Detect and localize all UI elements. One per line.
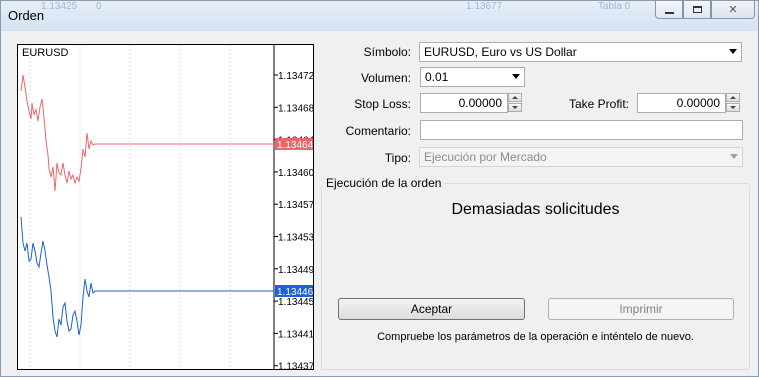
stoploss-input[interactable]: 0.00000 xyxy=(420,93,508,113)
execution-group-title: Ejecución de la orden xyxy=(323,176,445,190)
minimize-button[interactable] xyxy=(655,1,683,19)
price-tick-label: 1.13441 xyxy=(278,329,313,340)
spin-up-icon[interactable] xyxy=(508,93,522,102)
chart-symbol-label: EURUSD xyxy=(22,47,69,59)
accept-button[interactable]: Aceptar xyxy=(338,298,525,320)
tick-chart-svg: 1.13472 1.13468 1.13464 1.13460 1.13457 1.134… xyxy=(20,45,313,369)
print-button[interactable]: Imprimir xyxy=(548,298,734,320)
volume-value: 0.01 xyxy=(425,70,449,84)
maximize-button[interactable] xyxy=(683,1,711,19)
chevron-down-icon xyxy=(730,154,738,159)
window-title: Orden xyxy=(8,8,45,23)
background-text: 1.13425 xyxy=(41,1,78,12)
price-tick-label: 1.13457 xyxy=(278,200,313,211)
stoploss-spinner[interactable] xyxy=(508,93,522,113)
volume-combobox[interactable]: 0.01 xyxy=(420,67,525,87)
order-window: Orden 1.13425 0 1.13677 Tabla 0 ✕ 1.1347… xyxy=(0,0,759,377)
type-label: Tipo: xyxy=(384,151,411,165)
execution-status-message: Demasiadas solicitudes xyxy=(451,201,620,218)
price-tick-label: 1.13445 xyxy=(278,297,313,308)
spin-down-icon[interactable] xyxy=(508,103,522,112)
price-tick-label: 1.13453 xyxy=(278,233,313,244)
background-text: Tabla 0 xyxy=(598,1,631,12)
symbol-value: EURUSD, Euro vs US Dollar xyxy=(424,45,577,59)
minimize-icon xyxy=(664,11,674,14)
chevron-down-icon xyxy=(512,74,520,79)
execution-hint-text: Compruebe los parámetros de la operación… xyxy=(377,331,694,343)
price-axis-ticks: 1.13472 1.13468 1.13464 1.13460 1.13457 1.134… xyxy=(274,71,313,369)
ask-price-label: 1.13464 xyxy=(277,140,313,151)
takeprofit-input[interactable]: 0.00000 xyxy=(637,93,726,113)
price-tick-label: 1.13468 xyxy=(278,103,313,114)
symbol-select[interactable]: EURUSD, Euro vs US Dollar xyxy=(419,42,742,62)
takeprofit-label: Take Profit: xyxy=(568,97,629,111)
dialog-client-area: 1.13472 1.13468 1.13464 1.13460 1.13457 1.134… xyxy=(7,31,752,372)
order-type-select[interactable]: Ejecución por Mercado xyxy=(419,147,743,167)
title-bar[interactable]: Orden 1.13425 0 1.13677 Tabla 0 ✕ xyxy=(1,1,758,31)
price-tick-label: 1.13437 xyxy=(278,362,313,369)
chevron-down-icon xyxy=(729,49,737,54)
maximize-icon xyxy=(692,6,702,13)
stoploss-label: Stop Loss: xyxy=(354,97,411,111)
price-tick-label: 1.13460 xyxy=(278,168,313,179)
bid-price-label: 1.13446 xyxy=(277,287,313,298)
price-tick-label: 1.13472 xyxy=(278,71,313,82)
takeprofit-spinner[interactable] xyxy=(726,93,740,113)
comment-label: Comentario: xyxy=(345,124,411,138)
background-text: 1.13677 xyxy=(466,1,503,12)
spin-up-icon[interactable] xyxy=(726,93,740,102)
vertical-grid xyxy=(29,45,231,369)
order-type-value: Ejecución por Mercado xyxy=(424,150,547,164)
close-icon: ✕ xyxy=(728,4,738,16)
price-tick-label: 1.13449 xyxy=(278,265,313,276)
bid-price-series xyxy=(20,216,274,338)
ask-price-series xyxy=(20,74,274,192)
volume-label: Volumen: xyxy=(360,71,411,85)
tick-chart: 1.13472 1.13468 1.13464 1.13460 1.13457 1.134… xyxy=(17,44,314,370)
symbol-label: Símbolo: xyxy=(363,45,411,59)
comment-input[interactable] xyxy=(420,120,743,140)
spin-down-icon[interactable] xyxy=(726,103,740,112)
close-button[interactable]: ✕ xyxy=(711,1,755,19)
background-text: 0 xyxy=(96,1,102,12)
